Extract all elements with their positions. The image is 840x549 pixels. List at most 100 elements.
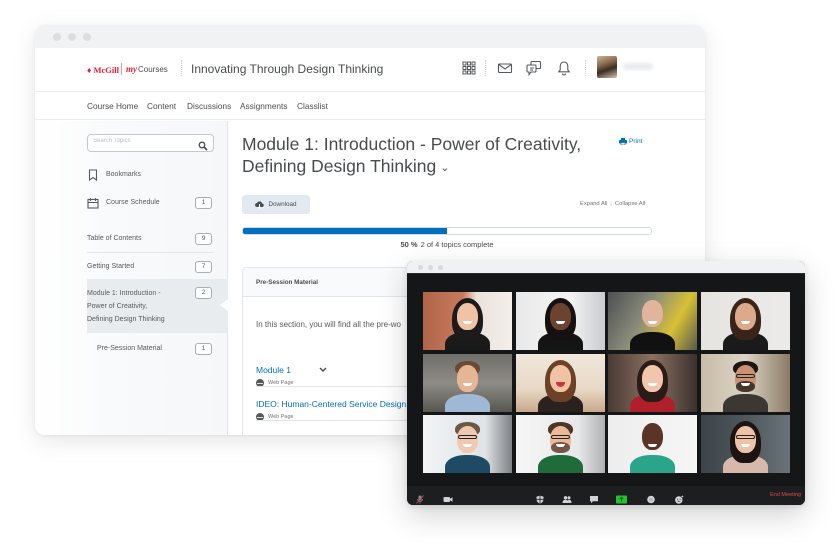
calendar-icon xyxy=(87,196,99,209)
section-title: Pre-Session Material xyxy=(256,279,318,286)
chat-icon[interactable] xyxy=(526,60,542,77)
topic-link[interactable]: IDEO: Human-Centered Service Design xyxy=(256,399,406,409)
participant-video-tile[interactable] xyxy=(700,353,790,412)
search-topics-input[interactable] xyxy=(93,138,193,144)
participant-video-tile[interactable] xyxy=(515,292,605,350)
end-meeting-button[interactable]: End Meeting xyxy=(770,492,801,498)
security-icon[interactable] xyxy=(535,491,545,504)
search-topics-field[interactable] xyxy=(87,134,214,152)
expand-collapse-links: Expand All | Collapse All xyxy=(580,201,645,207)
bell-icon[interactable] xyxy=(556,60,572,76)
chevron-down-icon[interactable] xyxy=(318,366,328,374)
participant-video-tile[interactable] xyxy=(608,415,697,473)
participant-video-tile[interactable] xyxy=(423,353,512,412)
sidebar-pre-session-material[interactable]: Pre-Session Material xyxy=(97,345,162,352)
participant-face xyxy=(642,364,663,392)
schedule-count-badge: 1 xyxy=(195,197,212,209)
lms-header: ♦ McGill my Courses Innovating Through D… xyxy=(35,48,705,92)
sidebar-course-schedule[interactable]: Course Schedule xyxy=(106,199,160,206)
chat-icon[interactable] xyxy=(589,491,599,504)
mcgill-logo[interactable]: ♦ McGill xyxy=(87,65,119,75)
participant-video-tile[interactable] xyxy=(423,292,512,350)
cloud-download-icon xyxy=(255,200,265,209)
app-grid-icon[interactable] xyxy=(461,60,477,76)
participant-face xyxy=(734,426,756,453)
participant-smile xyxy=(740,382,750,386)
mail-icon[interactable] xyxy=(497,60,513,76)
chevron-down-icon[interactable]: ⌄ xyxy=(440,157,449,179)
section-description: In this section, you will find all the p… xyxy=(256,320,401,329)
module-label-line: Module 1: Introduction - xyxy=(87,290,161,297)
window-dot-maximize[interactable] xyxy=(438,265,443,270)
user-name-blurred[interactable] xyxy=(623,63,653,70)
download-label: Download xyxy=(268,201,297,208)
brand-product: Courses xyxy=(138,65,168,74)
participant-smile xyxy=(555,444,565,447)
logo-divider xyxy=(121,63,122,75)
participant-face xyxy=(457,303,478,330)
module-title-text: Module 1: Introduction - Power of Creati… xyxy=(242,134,582,176)
progress-percent: 50 % xyxy=(400,240,418,249)
sidebar-getting-started[interactable]: Getting Started xyxy=(87,263,134,270)
window-titlebar xyxy=(35,25,705,48)
getting-started-count-badge: 7 xyxy=(195,261,212,273)
module-label-line: Power of Creativity, xyxy=(87,303,148,310)
printer-icon xyxy=(619,138,627,145)
topic-link[interactable]: Module 1 xyxy=(256,365,291,375)
course-navbar: Course Home Content Discussions Assignme… xyxy=(35,93,705,120)
video-call-window: End Meeting xyxy=(407,261,805,505)
share-screen-icon[interactable] xyxy=(616,491,627,504)
sidebar-module-1[interactable]: Module 1: Introduction - Power of Creati… xyxy=(87,287,165,326)
header-divider xyxy=(485,60,486,76)
search-icon[interactable] xyxy=(198,138,208,151)
print-link[interactable]: Print xyxy=(619,138,642,145)
participant-smile xyxy=(740,444,750,447)
participant-smile xyxy=(740,321,750,324)
participant-face xyxy=(549,364,571,392)
nav-assignments[interactable]: Assignments xyxy=(240,101,288,111)
participant-smile xyxy=(555,381,565,387)
print-label: Print xyxy=(629,138,643,145)
course-title[interactable]: Innovating Through Design Thinking xyxy=(191,62,383,76)
participant-video-tile[interactable] xyxy=(608,292,697,350)
participant-body xyxy=(445,393,490,412)
nav-discussions[interactable]: Discussions xyxy=(187,101,231,111)
progress-summary: 50 % 2 of 4 topics complete xyxy=(229,240,665,249)
window-dot-close[interactable] xyxy=(418,265,423,270)
sidebar-table-of-contents[interactable]: Table of Contents xyxy=(87,235,141,242)
user-avatar[interactable] xyxy=(597,56,617,78)
download-button[interactable]: Download xyxy=(242,195,310,214)
record-icon[interactable] xyxy=(646,491,656,504)
participant-video-tile[interactable] xyxy=(515,415,605,473)
participant-video-tile[interactable] xyxy=(423,415,512,473)
participant-video-tile[interactable] xyxy=(700,292,790,350)
sidebar-bookmarks[interactable]: Bookmarks xyxy=(106,171,141,178)
nav-content[interactable]: Content xyxy=(147,101,176,111)
mic-muted-icon[interactable] xyxy=(415,491,425,504)
participants-icon[interactable] xyxy=(562,491,572,503)
sidebar-divider xyxy=(87,252,214,253)
participant-face xyxy=(549,303,571,330)
topic-link[interactable]: Inside Cineplanet's Challenge xyxy=(256,433,368,435)
window-dot-maximize[interactable] xyxy=(83,33,91,41)
brand-prefix: my xyxy=(126,64,137,74)
reactions-icon[interactable] xyxy=(674,491,684,504)
content-sidebar: Bookmarks Course Schedule 1 Table of Con… xyxy=(35,121,228,435)
camera-icon[interactable] xyxy=(443,491,453,502)
nav-course-home[interactable]: Course Home xyxy=(87,101,138,111)
window-dot-minimize[interactable] xyxy=(68,33,76,41)
window-dot-minimize[interactable] xyxy=(428,265,433,270)
participant-face xyxy=(457,426,478,453)
window-dot-close[interactable] xyxy=(53,33,61,41)
participant-video-tile[interactable] xyxy=(515,353,605,412)
participant-smile xyxy=(463,382,472,386)
meeting-toolbar: End Meeting xyxy=(407,486,805,505)
nav-classlist[interactable]: Classlist xyxy=(297,101,328,111)
expand-all-link[interactable]: Expand All xyxy=(580,201,607,207)
bookmark-icon xyxy=(87,168,99,182)
participant-face xyxy=(457,364,478,392)
module-title: Module 1: Introduction - Power of Creati… xyxy=(242,133,602,179)
participant-video-tile[interactable] xyxy=(700,415,790,473)
collapse-all-link[interactable]: Collapse All xyxy=(615,201,645,207)
participant-video-tile[interactable] xyxy=(608,353,697,412)
